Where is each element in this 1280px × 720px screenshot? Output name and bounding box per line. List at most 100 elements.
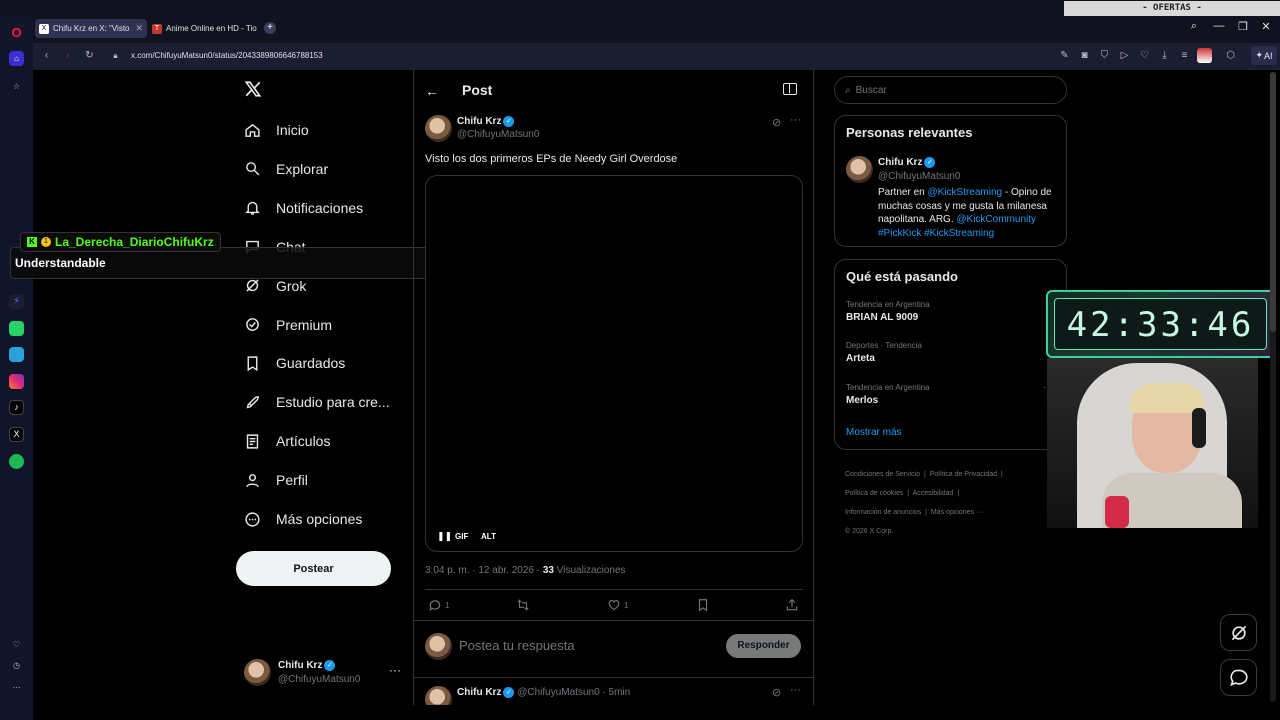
ofertas-banner[interactable]: - OFERTAS - (1064, 1, 1280, 16)
footer-link[interactable]: Más opciones ··· (931, 509, 983, 516)
camera-icon[interactable]: ◙ (1078, 49, 1091, 62)
reply-more-icon[interactable]: ··· (790, 686, 801, 696)
tab-x-post[interactable]: X Chifu Krz en X: "Visto los ✕ (35, 19, 147, 38)
main-divider-left (413, 70, 414, 720)
nav-item-bookmark[interactable]: Guardados (244, 351, 345, 375)
tab-anime[interactable]: T Anime Online en HD - Tio (148, 19, 258, 38)
nav-item-search[interactable]: Explorar (244, 157, 328, 181)
play-icon[interactable]: ▷ (1118, 49, 1131, 62)
footer-link[interactable]: Política de Privacidad (930, 471, 997, 478)
back-arrow-icon[interactable]: ← (425, 83, 439, 99)
favorites-icon[interactable]: ♡ (9, 637, 24, 652)
close-window-button[interactable]: ✕ (1258, 20, 1274, 33)
spotify-icon[interactable] (9, 454, 24, 469)
messenger-icon[interactable]: ⚡ (9, 294, 24, 309)
bookmark-action[interactable] (696, 598, 710, 612)
heart-icon[interactable]: ♡ (1138, 49, 1151, 62)
microphone (1105, 496, 1129, 528)
relevant-name[interactable]: Chifu Krz (878, 157, 922, 168)
nav-item-premium[interactable]: Premium (244, 313, 332, 337)
avatar[interactable] (846, 156, 873, 183)
edit-icon[interactable]: ✎ (1058, 49, 1071, 62)
relevant-people-card: Personas relevantes Chifu Krz ✓ @ChifuyuM… (834, 115, 1067, 247)
shield-icon[interactable]: ⛉ (1098, 49, 1111, 62)
footer-link[interactable]: Política de cookies (845, 490, 903, 497)
footer-link[interactable]: Información de anuncios (845, 509, 921, 516)
whatsapp-icon[interactable] (9, 321, 24, 336)
nav-item-article[interactable]: Artículos (244, 429, 330, 453)
author-avatar[interactable] (425, 115, 452, 142)
reply-input[interactable]: Postea tu respuesta (459, 638, 575, 653)
webcam-feed (1047, 358, 1258, 528)
nav-item-more-circle[interactable]: Más opciones (244, 507, 362, 531)
nav-item-profile[interactable]: Perfil (244, 468, 308, 492)
scrollbar-thumb[interactable] (1270, 72, 1276, 332)
reload-icon[interactable]: ↻ (83, 49, 96, 62)
search-tabs-icon[interactable]: ⌕ (1186, 20, 1202, 33)
messages-float-button[interactable] (1220, 659, 1257, 696)
back-icon[interactable]: ‹ (40, 49, 53, 62)
post-button[interactable]: Postear (236, 551, 391, 586)
instagram-icon[interactable] (9, 374, 24, 389)
x-sidebar-icon[interactable]: X (9, 427, 24, 442)
nav-item-label: Premium (276, 316, 333, 333)
trend-item[interactable]: Tendencia en Argentina BRIAN AL 9009 (846, 300, 1056, 323)
profile-avatar[interactable] (1197, 48, 1212, 63)
grok-explain-icon[interactable]: ⊘ (772, 686, 781, 699)
grok-explain-icon[interactable]: ⊘ (772, 116, 781, 129)
nav-item-rocket[interactable]: Estudio para cre... (244, 390, 390, 414)
search-box[interactable]: ⌕ Buscar (834, 76, 1067, 104)
repost-action[interactable] (516, 598, 530, 612)
pinboard-icon[interactable]: ☆ (9, 79, 24, 94)
bio-hashtags[interactable]: #PickKick #KickStreaming (878, 228, 994, 239)
ai-button[interactable]: ✦ AI (1251, 46, 1277, 65)
search-icon: ⌕ (845, 84, 851, 96)
footer-link[interactable]: Condiciones de Servicio (845, 471, 920, 478)
forward-icon[interactable]: › (61, 49, 74, 62)
bio-link-kickstreaming[interactable]: @KickStreaming (927, 187, 1002, 198)
share-action[interactable] (785, 598, 799, 612)
opera-logo-icon[interactable]: O (9, 25, 24, 40)
close-tab-icon[interactable]: ✕ (135, 23, 143, 34)
post-timestamp[interactable]: 3:04 p. m. · 12 abr. 2026 · (425, 565, 543, 576)
trend-item[interactable]: Deportes · Tendencia Arteta (846, 341, 1056, 364)
url-field[interactable]: x.com/ChifuyuMatsun0/status/204338980664… (131, 51, 323, 60)
search-icon (244, 160, 261, 177)
author-name[interactable]: Chifu Krz (457, 116, 501, 127)
trend-item[interactable]: Tendencia en Argentina Merlos (846, 383, 1056, 406)
history-icon[interactable]: ◷ (9, 658, 24, 673)
reply-action[interactable]: 1 (428, 598, 449, 612)
download-icon[interactable]: ⤓ (1158, 49, 1171, 62)
grok-float-button[interactable] (1220, 614, 1257, 651)
new-tab-button[interactable]: + (264, 22, 276, 34)
footer-link[interactable]: Accesibilidad (913, 490, 954, 497)
extensions-icon[interactable]: ⬡ (1224, 49, 1237, 62)
telegram-icon[interactable] (9, 347, 24, 362)
account-switcher[interactable]: Chifu Krz ✓ @ChifuyuMatsun0 ··· (244, 659, 404, 689)
scrollbar[interactable] (1270, 72, 1276, 702)
home-sidebar-icon[interactable]: ⌂ (9, 51, 24, 66)
reader-mode-icon[interactable] (783, 83, 797, 95)
reply-button[interactable]: Responder (726, 634, 801, 658)
post-media-gif[interactable]: ❚❚ GIF ALT (425, 175, 803, 552)
minimize-button[interactable]: — (1211, 20, 1227, 32)
nav-item-home[interactable]: Inicio (244, 118, 309, 142)
tiktok-icon[interactable]: ♪ (9, 400, 24, 415)
x-logo-icon[interactable] (244, 80, 262, 98)
maximize-button[interactable]: ❐ (1235, 20, 1251, 33)
show-more-link[interactable]: Mostrar más (846, 427, 902, 438)
post-more-icon[interactable]: ··· (790, 114, 801, 126)
nav-item-bell[interactable]: Notificaciones (244, 196, 363, 220)
author-handle[interactable]: @ChifuyuMatsun0 (457, 129, 539, 140)
reply-item[interactable]: Chifu Krz ✓ @ChifuyuMatsun0 · 5min ⊘ ··· (425, 686, 803, 706)
account-more-icon[interactable]: ··· (389, 663, 401, 677)
nav-item-label: Explorar (276, 160, 329, 177)
more-sidebar-icon[interactable]: ⋯ (9, 680, 24, 695)
bio-link-kickcommunity[interactable]: @KickCommunity (956, 214, 1036, 225)
menu-icon[interactable]: ≡ (1178, 49, 1191, 62)
like-action[interactable]: 1 (607, 598, 628, 612)
alt-badge[interactable]: ALT (481, 532, 496, 541)
pause-icon[interactable]: ❚❚ (437, 531, 452, 542)
profile-icon (244, 472, 261, 489)
timer-text: 42:33:46 (1066, 305, 1255, 345)
